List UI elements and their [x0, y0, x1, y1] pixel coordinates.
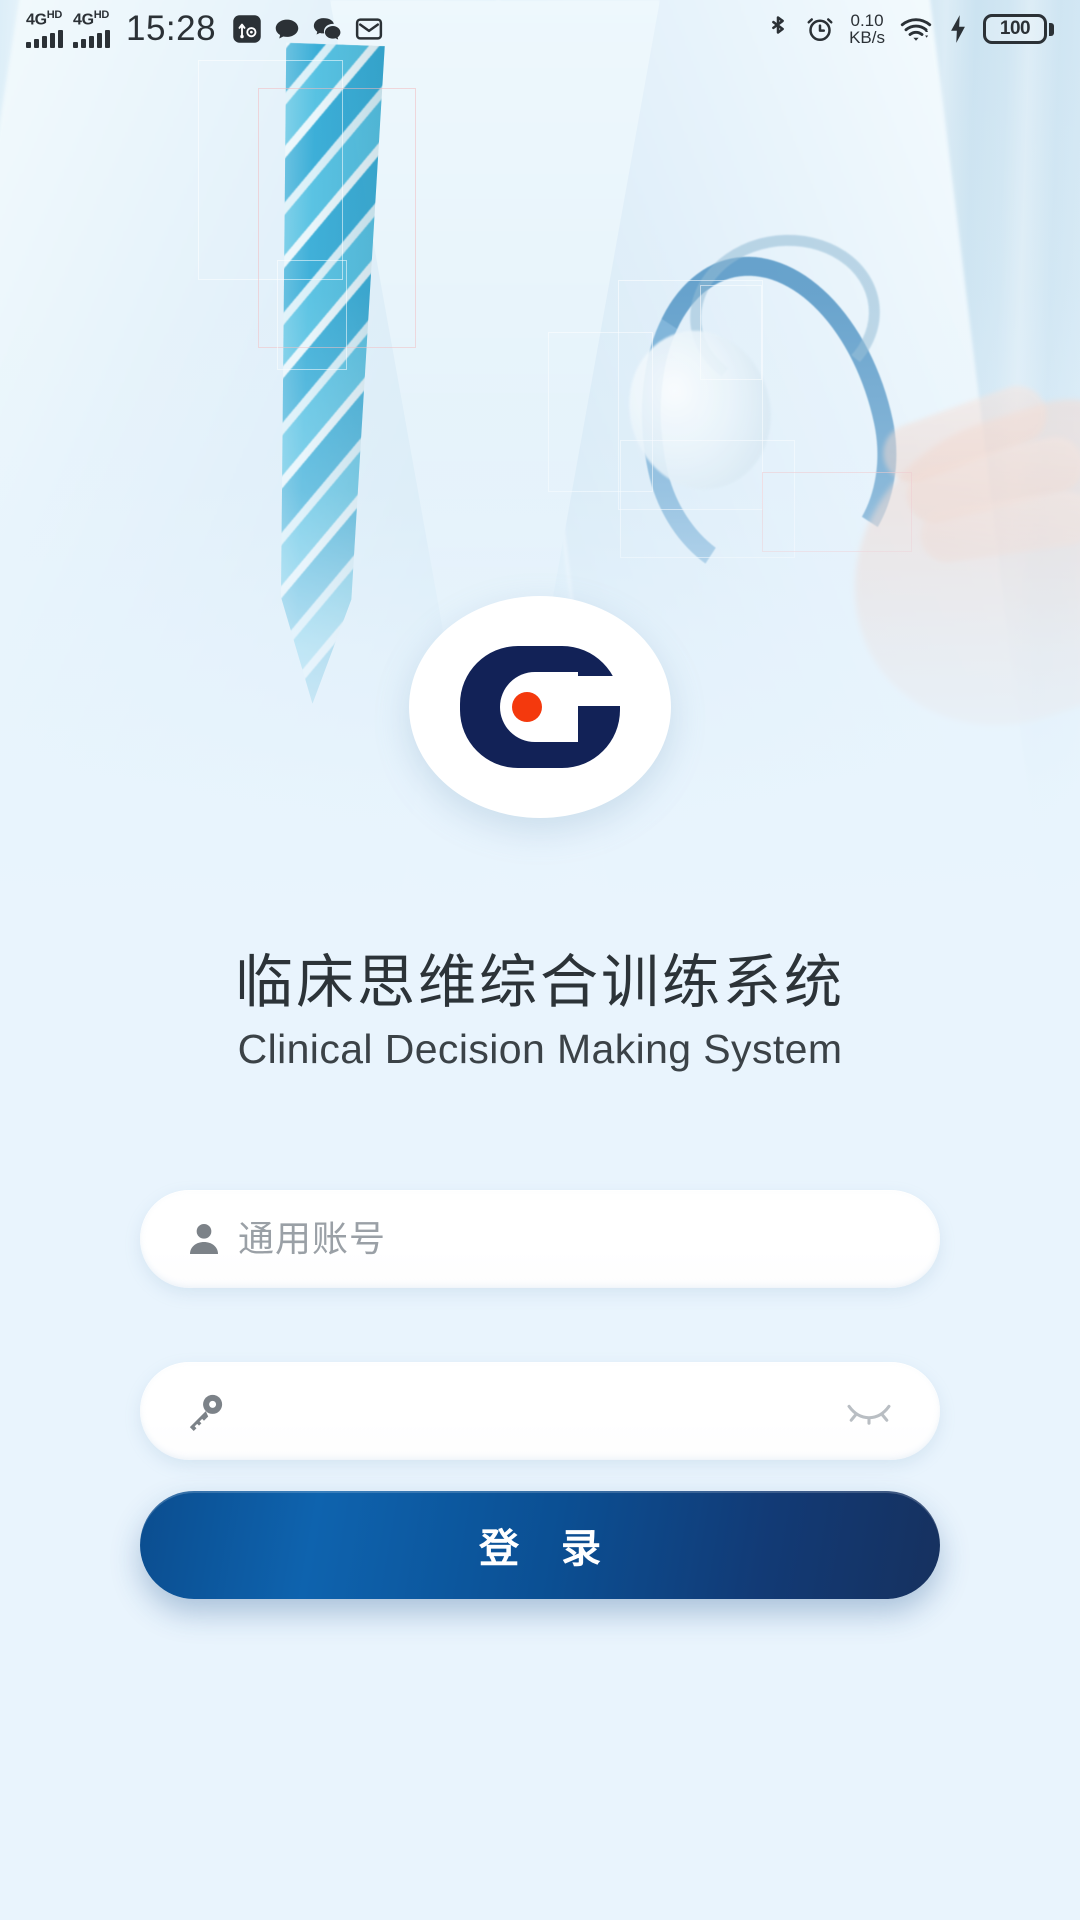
logo-red-dot [512, 692, 542, 722]
page-title-en: Clinical Decision Making System [237, 1026, 843, 1073]
mail-icon [354, 14, 384, 44]
network-type-label-sim1: 4GHD [26, 9, 63, 29]
clinical-c-logo-icon [460, 646, 621, 768]
bluetooth-icon [765, 14, 791, 44]
background-photo [0, 0, 1080, 980]
login-form [0, 1190, 1080, 1460]
status-bar: 4GHD 4GHD 15:28 0.10 KB/s 100 [0, 0, 1080, 58]
status-bar-clock: 15:28 [126, 9, 217, 48]
battery-indicator: 100 [983, 14, 1054, 44]
usb-settings-icon [232, 14, 262, 44]
username-field[interactable] [140, 1190, 940, 1288]
password-input[interactable] [238, 1390, 840, 1432]
signal-bars-sim1 [26, 29, 63, 48]
page-title-cn: 临床思维综合训练系统 [234, 948, 845, 1016]
network-type-label-sim2: 4GHD [73, 9, 110, 29]
app-logo [409, 596, 671, 818]
wifi-icon [899, 14, 933, 44]
battery-level-label: 100 [999, 18, 1031, 39]
login-screen: 4GHD 4GHD 15:28 0.10 KB/s 100 临床思维综合训练系统… [0, 0, 1080, 1920]
logo-c-notch [537, 676, 621, 706]
password-field[interactable] [140, 1362, 940, 1460]
logo-disc [409, 596, 671, 818]
login-button[interactable]: 登 录 [140, 1491, 940, 1599]
signal-indicator-sim2: 4GHD [73, 9, 110, 48]
battery-tip [1049, 22, 1054, 36]
signal-indicator-sim1: 4GHD [26, 9, 63, 48]
network-speed-indicator: 0.10 KB/s [849, 10, 885, 47]
user-icon [184, 1219, 238, 1259]
signal-bars-sim2 [73, 29, 110, 48]
message-bubble-icon [272, 14, 302, 44]
network-speed-value: 0.10 [850, 10, 884, 30]
username-input[interactable] [238, 1218, 898, 1260]
alarm-clock-icon [805, 14, 835, 44]
lightning-bolt-icon [947, 14, 969, 44]
eye-off-icon[interactable] [840, 1396, 898, 1426]
wechat-icon [312, 14, 344, 44]
brand-titles: 临床思维综合训练系统 Clinical Decision Making Syst… [0, 948, 1080, 1073]
network-speed-unit: KB/s [849, 28, 885, 47]
key-icon [184, 1389, 238, 1433]
background-fade-overlay [0, 0, 1080, 980]
